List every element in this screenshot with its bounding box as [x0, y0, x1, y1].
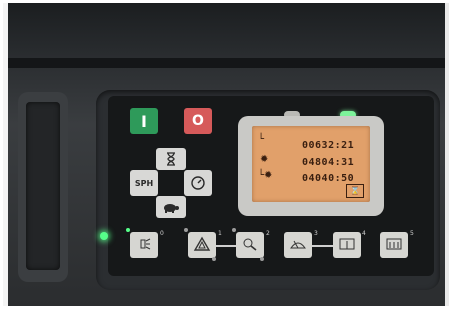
lcd-display: └ ✹ └✹ 00632:21 04804:31 04040:50 ⌛: [252, 126, 370, 202]
function-key-number-2: 2: [266, 230, 270, 237]
key-led: [260, 257, 264, 261]
speedometer-icon: [190, 175, 206, 191]
function-key-5[interactable]: [380, 232, 408, 258]
wiper-rear-icon: [338, 236, 356, 255]
dpad-up-button[interactable]: [156, 148, 186, 170]
function-key-1[interactable]: [188, 232, 216, 258]
gear-icon: ✹: [260, 154, 269, 165]
sph-label: SPH: [134, 178, 154, 188]
navigation-pad: SPH: [130, 148, 212, 218]
dashboard-seam: [8, 58, 449, 68]
hour-meter-icon: └: [258, 134, 265, 145]
key-led: [126, 228, 130, 232]
dpad-down-button[interactable]: [156, 196, 186, 218]
start-button[interactable]: I: [130, 108, 158, 134]
function-key-4[interactable]: [333, 232, 361, 258]
photo-right-border: [445, 3, 449, 306]
stop-button[interactable]: O: [184, 108, 212, 134]
key-connector-right: [311, 245, 333, 247]
dpad-right-button[interactable]: [184, 170, 212, 196]
function-key-number-1: 1: [218, 230, 222, 237]
display-line-3: 04040:50: [302, 173, 355, 184]
key-led: [184, 228, 188, 232]
rear-defrost-icon: [385, 236, 403, 255]
left-side-slot: [26, 102, 60, 270]
function-key-2[interactable]: [236, 232, 264, 258]
display-line-1: 00632:21: [302, 140, 355, 151]
work-light-icon: [136, 236, 152, 255]
key-led: [232, 228, 236, 232]
hourglass-icon: [165, 151, 177, 167]
function-key-number-3: 3: [314, 230, 318, 237]
beacon-icon: [241, 236, 259, 255]
dpad-left-button[interactable]: SPH: [130, 170, 158, 196]
hazard-icon: [193, 236, 211, 255]
wiper-front-icon: [289, 236, 307, 255]
function-key-3[interactable]: [284, 232, 312, 258]
active-led: [100, 232, 108, 240]
gear-hour-icon: └✹: [258, 170, 273, 181]
function-key-number-0: 0: [160, 230, 164, 237]
function-key-0[interactable]: [130, 232, 158, 258]
hourglass-icon: ⌛: [346, 184, 364, 198]
function-key-number-5: 5: [410, 230, 414, 237]
dpad-center: [158, 170, 184, 196]
key-connector-left: [216, 245, 238, 247]
tortoise-icon: [162, 201, 180, 213]
display-line-2: 04804:31: [302, 157, 355, 168]
function-key-number-4: 4: [362, 230, 366, 237]
key-led: [212, 257, 216, 261]
